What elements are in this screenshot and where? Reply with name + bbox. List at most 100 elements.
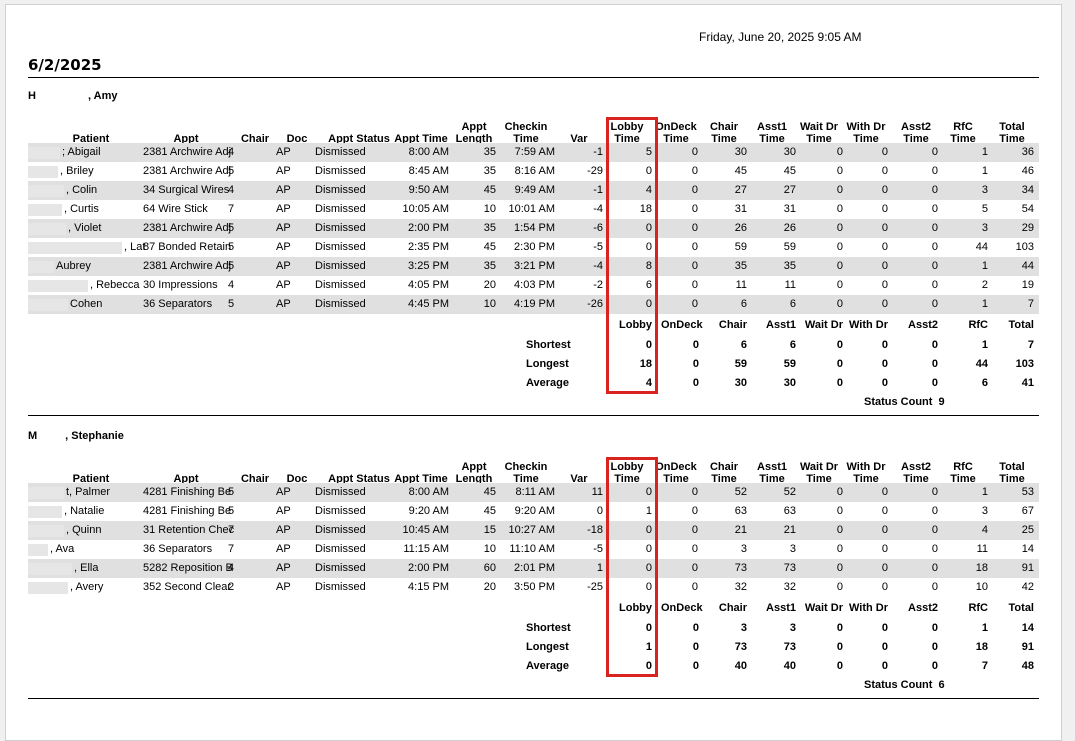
patient-name: t, Palmer bbox=[66, 486, 111, 498]
cell-total: 19 bbox=[1021, 279, 1034, 291]
cell-appt: 36 Separators bbox=[143, 543, 213, 555]
cell-checkin: 2:30 PM bbox=[514, 241, 555, 253]
summary-header-waitdr: Wait Dr bbox=[804, 602, 843, 614]
cell-doc: AP bbox=[276, 279, 291, 291]
summary-value-longest-waitdr: 0 bbox=[836, 358, 843, 370]
summary-value-shortest-chair: 3 bbox=[740, 622, 747, 634]
table-row[interactable]: , Curtis 64 Wire Stick 7 AP Dismissed 10:05 A… bbox=[28, 200, 1039, 219]
cell-doc: AP bbox=[276, 241, 291, 253]
cell-asst1: 73 bbox=[783, 562, 796, 574]
cell-length: 10 bbox=[483, 203, 496, 215]
cell-chair-t: 73 bbox=[734, 562, 747, 574]
table-row[interactable]: , Violet 2381 Archwire Adj 5 AP Dismissed 2:0… bbox=[28, 219, 1039, 238]
cell-status: Dismissed bbox=[315, 222, 366, 234]
cell-appt: 34 Surgical Wires bbox=[143, 184, 230, 196]
redacted-block bbox=[28, 223, 66, 235]
column-header-asst1: Asst1 Time bbox=[754, 461, 790, 485]
summary-value-shortest-chair: 6 bbox=[740, 339, 747, 351]
cell-rfc: 10 bbox=[975, 581, 988, 593]
table-row[interactable]: Cohen 36 Separators 5 AP Dismissed 4:45 PM 10 4… bbox=[28, 295, 1039, 314]
cell-withdr: 0 bbox=[881, 260, 888, 272]
summary-header-asst2: Asst2 bbox=[908, 602, 938, 614]
column-header-line: Chair bbox=[709, 461, 739, 473]
column-header-line: OnDeck bbox=[655, 461, 697, 473]
summary-value-longest-asst1: 59 bbox=[783, 358, 796, 370]
summary-label-average: Average bbox=[526, 660, 570, 672]
table-row[interactable]: , Colin 34 Surgical Wires 4 AP Dismissed 9:50… bbox=[28, 181, 1039, 200]
summary-value-longest-waitdr: 0 bbox=[836, 641, 843, 653]
table-row[interactable]: , Ava 36 Separators 7 AP Dismissed 11:15 AM 10… bbox=[28, 540, 1039, 559]
cell-withdr: 0 bbox=[881, 524, 888, 536]
summary-header-asst2: Asst2 bbox=[908, 319, 938, 331]
cell-chair: 5 bbox=[228, 222, 235, 234]
column-header-line: RfC bbox=[953, 121, 973, 133]
cell-withdr: 0 bbox=[881, 203, 888, 215]
divider bbox=[28, 77, 1039, 78]
cell-doc: AP bbox=[276, 486, 291, 498]
column-header-line: Wait Dr bbox=[799, 461, 839, 473]
cell-length: 35 bbox=[483, 165, 496, 177]
print-date: Friday, June 20, 2025 9:05 AM bbox=[699, 30, 862, 44]
column-header-rfc: RfC Time bbox=[946, 461, 980, 485]
cell-asst2: 0 bbox=[931, 298, 938, 310]
cell-time: 8:00 AM bbox=[408, 146, 449, 158]
summary-label-average: Average bbox=[526, 377, 570, 389]
cell-withdr: 0 bbox=[881, 562, 888, 574]
summary-value-longest-rfc: 44 bbox=[975, 358, 988, 370]
summary-value-average-rfc: 7 bbox=[981, 660, 988, 672]
cell-withdr: 0 bbox=[881, 505, 888, 517]
cell-withdr: 0 bbox=[881, 165, 888, 177]
table-row[interactable]: , Lat 87 Bonded Retain 5 AP Dismissed 2:35 PM… bbox=[28, 238, 1039, 257]
cell-checkin: 1:54 PM bbox=[514, 222, 555, 234]
cell-checkin: 11:10 AM bbox=[509, 543, 555, 555]
patient-name: , Avery bbox=[70, 581, 104, 593]
cell-length: 45 bbox=[483, 241, 496, 253]
table-row[interactable]: Aubrey 2381 Archwire Adj 5 AP Dismissed 3:25 … bbox=[28, 257, 1039, 276]
summary-value-shortest-ondeck: 0 bbox=[692, 622, 699, 634]
summary-value-shortest-total: 14 bbox=[1021, 622, 1034, 634]
table-row[interactable]: , Quinn 31 Retention Chec 7 AP Dismissed 10:4… bbox=[28, 521, 1039, 540]
cell-rfc: 44 bbox=[975, 241, 988, 253]
cell-rfc: 1 bbox=[981, 165, 988, 177]
provider-name: M , Stephanie bbox=[28, 430, 124, 442]
cell-chair-t: 21 bbox=[734, 524, 747, 536]
table-row[interactable]: , Ella 5282 Reposition B 4 AP Dismissed 2:00 … bbox=[28, 559, 1039, 578]
cell-chair: 7 bbox=[228, 524, 235, 536]
summary-value-shortest-waitdr: 0 bbox=[836, 339, 843, 351]
cell-var: -25 bbox=[587, 581, 603, 593]
cell-waitdr: 0 bbox=[836, 581, 843, 593]
cell-var: -1 bbox=[593, 146, 603, 158]
column-header-line: Chair bbox=[709, 121, 739, 133]
cell-chair: 4 bbox=[228, 279, 235, 291]
table-row[interactable]: , Rebecca 30 Impressions 4 AP Dismissed 4:05 … bbox=[28, 276, 1039, 295]
table-row[interactable]: , Natalie 4281 Finishing Be 5 AP Dismissed 9:… bbox=[28, 502, 1039, 521]
summary-value-average-chair: 40 bbox=[734, 660, 747, 672]
summary-header-rfc: RfC bbox=[968, 602, 988, 614]
column-header-checkin: Checkin Time bbox=[501, 121, 551, 145]
column-header-line: Appt bbox=[461, 121, 487, 133]
cell-status: Dismissed bbox=[315, 241, 366, 253]
table-row[interactable]: t, Palmer 4281 Finishing Be 5 AP Dismissed 8:… bbox=[28, 483, 1039, 502]
cell-asst1: 27 bbox=[783, 184, 796, 196]
cell-var: -18 bbox=[587, 524, 603, 536]
lobby-time-highlight bbox=[606, 457, 658, 677]
table-row[interactable]: , Briley 2381 Archwire Adj 5 AP Dismissed 8:4… bbox=[28, 162, 1039, 181]
summary-value-average-asst1: 30 bbox=[783, 377, 796, 389]
summary-value-average-asst2: 0 bbox=[931, 660, 938, 672]
cell-asst2: 0 bbox=[931, 241, 938, 253]
summary-header-withdr: With Dr bbox=[848, 602, 888, 614]
cell-ondeck: 0 bbox=[691, 260, 698, 272]
column-header-line: Total bbox=[999, 461, 1025, 473]
cell-status: Dismissed bbox=[315, 146, 366, 158]
cell-checkin: 10:01 AM bbox=[508, 203, 555, 215]
cell-asst2: 0 bbox=[931, 505, 938, 517]
column-header-withdr: With Dr Time bbox=[843, 461, 889, 485]
cell-rfc: 3 bbox=[981, 222, 988, 234]
table-row[interactable]: , Avery 352 Second Clear 2 AP Dismissed 4:15 … bbox=[28, 578, 1039, 597]
table-row[interactable]: ; Abigail 2381 Archwire Adj 4 AP Dismissed 8:… bbox=[28, 143, 1039, 162]
redacted-block bbox=[28, 544, 48, 556]
summary-value-longest-chair: 73 bbox=[734, 641, 747, 653]
cell-rfc: 3 bbox=[981, 184, 988, 196]
cell-status: Dismissed bbox=[315, 543, 366, 555]
cell-length: 45 bbox=[483, 486, 496, 498]
